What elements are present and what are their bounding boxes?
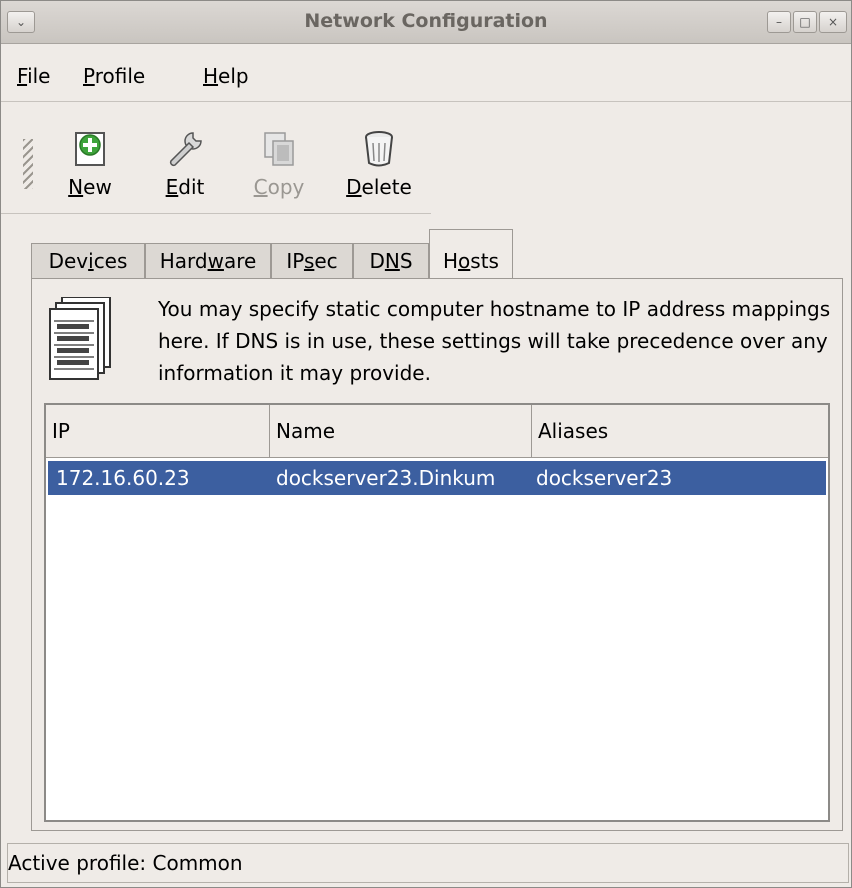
column-header-name[interactable]: Name	[270, 405, 532, 457]
tab-devices-pre: Dev	[48, 249, 89, 273]
tab-hardware[interactable]: Hardware	[145, 243, 271, 278]
maximize-button[interactable]: □	[793, 11, 817, 33]
tab-dns-pre: D	[369, 249, 385, 273]
hosts-list-icon	[49, 297, 111, 380]
menu-help-mnemonic: H	[203, 64, 219, 88]
tab-ipsec[interactable]: IPsec	[271, 243, 353, 278]
edit-label: Edit	[151, 175, 219, 199]
cell-name: dockserver23.Dinkum	[276, 466, 496, 490]
toolbar-grip-handle[interactable]	[23, 139, 33, 189]
menu-profile-label: rofile	[94, 64, 146, 88]
close-button[interactable]: ×	[819, 11, 847, 33]
copy-button[interactable]: Copy	[239, 109, 319, 209]
menu-help[interactable]: Help	[203, 64, 249, 88]
hosts-table[interactable]: IP Name Aliases 172.16.60.23 dockserver2…	[44, 403, 830, 822]
edit-label-text: dit	[178, 175, 205, 199]
menu-profile[interactable]: Profile	[83, 64, 145, 88]
delete-label-text: elete	[361, 175, 412, 199]
edit-mnemonic: E	[165, 175, 179, 199]
window-title: Network Configuration	[304, 10, 548, 32]
cell-aliases: dockserver23	[536, 466, 673, 490]
minimize-button[interactable]: –	[767, 11, 791, 33]
copy-label-text: opy	[267, 175, 305, 199]
column-header-aliases[interactable]: Aliases	[532, 405, 828, 457]
tab-ipsec-pre: IP	[286, 249, 304, 273]
new-mnemonic: N	[68, 175, 84, 199]
menu-file-label: ile	[27, 64, 51, 88]
menu-help-label: elp	[218, 64, 249, 88]
table-header: IP Name Aliases	[46, 405, 828, 458]
new-label-text: ew	[83, 175, 112, 199]
edit-button[interactable]: Edit	[151, 109, 219, 209]
status-bar: Active profile: Common	[7, 843, 849, 883]
toolbar: New Edit Copy Delete	[1, 109, 431, 214]
tab-hardware-post: are	[223, 249, 257, 273]
cell-ip: 172.16.60.23	[56, 466, 190, 490]
copy-mnemonic: C	[253, 175, 268, 199]
network-configuration-window: ⌄ Network Configuration – □ × File Profi…	[0, 0, 852, 888]
menu-profile-mnemonic: P	[83, 64, 95, 88]
new-icon	[75, 132, 105, 166]
tab-hosts[interactable]: Hosts	[429, 229, 513, 279]
new-button[interactable]: New	[53, 109, 127, 209]
tab-dns-mnemonic: N	[384, 249, 400, 273]
delete-button[interactable]: Delete	[335, 109, 423, 209]
tab-hosts-pre: H	[443, 249, 459, 273]
tab-hosts-post: sts	[470, 249, 499, 273]
wrench-icon	[169, 132, 202, 167]
tab-devices[interactable]: Devices	[31, 243, 145, 278]
tab-hardware-pre: Hard	[159, 249, 208, 273]
tab-dns[interactable]: DNS	[353, 243, 429, 278]
tab-ipsec-mnemonic: s	[303, 249, 315, 273]
tab-devices-post: ces	[93, 249, 128, 273]
new-label: New	[53, 175, 127, 199]
menu-file[interactable]: File	[17, 64, 50, 88]
tab-hardware-mnemonic: w	[207, 249, 224, 273]
hosts-tab-panel: You may specify static computer hostname…	[31, 278, 843, 831]
delete-label: Delete	[335, 175, 423, 199]
copy-label: Copy	[239, 175, 319, 199]
column-header-ip[interactable]: IP	[46, 405, 270, 457]
tab-ipsec-post: ec	[314, 249, 338, 273]
table-row[interactable]: 172.16.60.23 dockserver23.Dinkum dockser…	[48, 461, 826, 495]
copy-icon	[264, 132, 294, 166]
title-bar[interactable]: ⌄ Network Configuration – □ ×	[1, 1, 851, 44]
delete-mnemonic: D	[346, 175, 362, 199]
menu-bar: File Profile Help	[1, 44, 851, 102]
trash-icon	[365, 131, 393, 167]
tab-dns-post: S	[399, 249, 413, 273]
tab-hosts-mnemonic: o	[458, 249, 471, 273]
menu-file-mnemonic: F	[17, 64, 28, 88]
hosts-description: You may specify static computer hostname…	[158, 297, 831, 385]
